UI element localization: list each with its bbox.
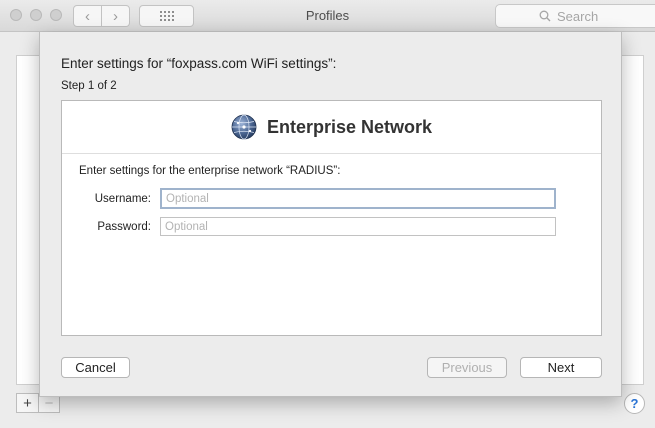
username-field[interactable] <box>160 188 556 209</box>
password-label: Password: <box>97 220 151 233</box>
previous-button[interactable]: Previous <box>427 357 507 378</box>
window-toolbar: ‹ › Profiles <box>0 0 655 32</box>
next-button[interactable]: Next <box>520 357 602 378</box>
panel-heading: Enterprise Network <box>266 116 433 137</box>
add-profile-button[interactable]: + <box>17 394 38 412</box>
sheet-title: Enter settings for “foxpass.com WiFi set… <box>61 56 337 71</box>
search-input[interactable] <box>557 8 617 24</box>
cancel-button[interactable]: Cancel <box>61 357 130 378</box>
search-field[interactable] <box>495 4 655 28</box>
search-icon <box>539 10 551 22</box>
step-indicator: Step 1 of 2 <box>61 80 117 92</box>
panel-intro-text: Enter settings for the enterprise networ… <box>79 165 341 177</box>
panel-header: Enterprise Network <box>62 101 601 154</box>
username-row: Username: <box>62 188 556 209</box>
profile-install-sheet: Enter settings for “foxpass.com WiFi set… <box>39 32 622 397</box>
username-label: Username: <box>94 192 151 205</box>
settings-panel: Enterprise Network Enter settings for th… <box>61 100 602 336</box>
help-button[interactable]: ? <box>624 393 645 414</box>
password-row: Password: <box>62 217 556 236</box>
network-globe-icon <box>231 114 257 140</box>
password-field[interactable] <box>160 217 556 236</box>
